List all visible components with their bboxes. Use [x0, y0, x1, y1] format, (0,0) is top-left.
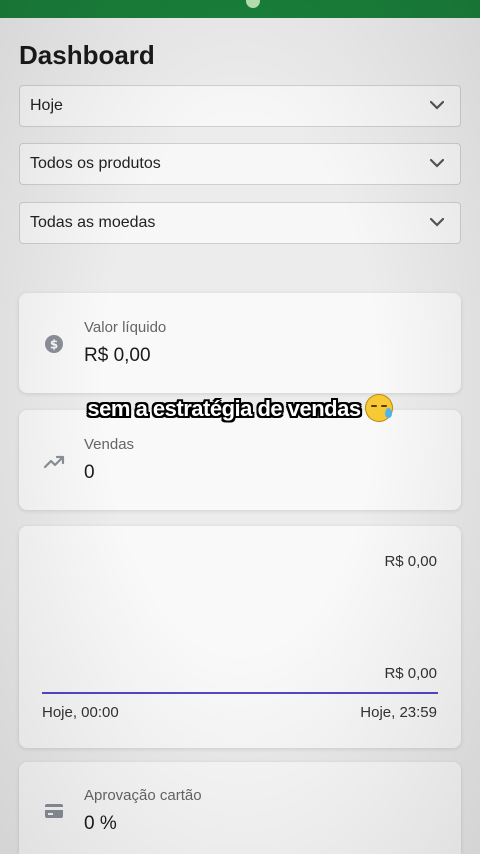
chart-y-bottom-label: R$ 0,00 [384, 665, 437, 682]
sad-face-emoji-icon [364, 394, 393, 422]
chart-x-start-label: Hoje, 00:00 [42, 704, 119, 721]
chart-x-end-label: Hoje, 23:59 [360, 704, 437, 721]
trending-up-icon [43, 455, 65, 469]
video-caption-text: sem a estratégia de vendas [87, 396, 361, 421]
products-select[interactable]: Todos os produtos [19, 143, 461, 185]
period-select-value: Hoje [30, 97, 63, 114]
sales-label: Vendas [84, 436, 135, 453]
currencies-select[interactable]: Todas as moedas [19, 202, 461, 244]
chevron-down-icon [430, 158, 444, 168]
chevron-down-icon [430, 100, 444, 110]
video-caption: sem a estratégia de vendas [0, 394, 480, 422]
dollar-coin-icon: $ [45, 335, 63, 353]
sales-card: Vendas 0 [19, 410, 461, 510]
sales-chart-card: R$ 0,00 R$ 0,00 Hoje, 00:00 Hoje, 23:59 [19, 526, 461, 748]
chevron-down-icon [430, 217, 444, 227]
svg-text:$: $ [50, 338, 58, 352]
card-approval-card: Aprovação cartão 0 % [19, 762, 461, 854]
card-approval-rate: 0 % [84, 813, 117, 834]
sales-count: 0 [84, 462, 95, 483]
app-logo-icon [246, 0, 260, 8]
credit-card-icon [45, 804, 63, 818]
net-value-label: Valor líquido [84, 319, 167, 336]
currencies-select-value: Todas as moedas [30, 214, 156, 231]
chart-y-top-label: R$ 0,00 [384, 553, 437, 570]
page-title: Dashboard [19, 40, 155, 70]
period-select[interactable]: Hoje [19, 85, 461, 127]
card-approval-label: Aprovação cartão [84, 787, 202, 804]
products-select-value: Todos os produtos [30, 155, 161, 172]
chart-series-line [42, 692, 438, 694]
top-bar [0, 0, 480, 18]
net-value-card: $ Valor líquido R$ 0,00 [19, 293, 461, 393]
net-value-amount: R$ 0,00 [84, 345, 151, 366]
